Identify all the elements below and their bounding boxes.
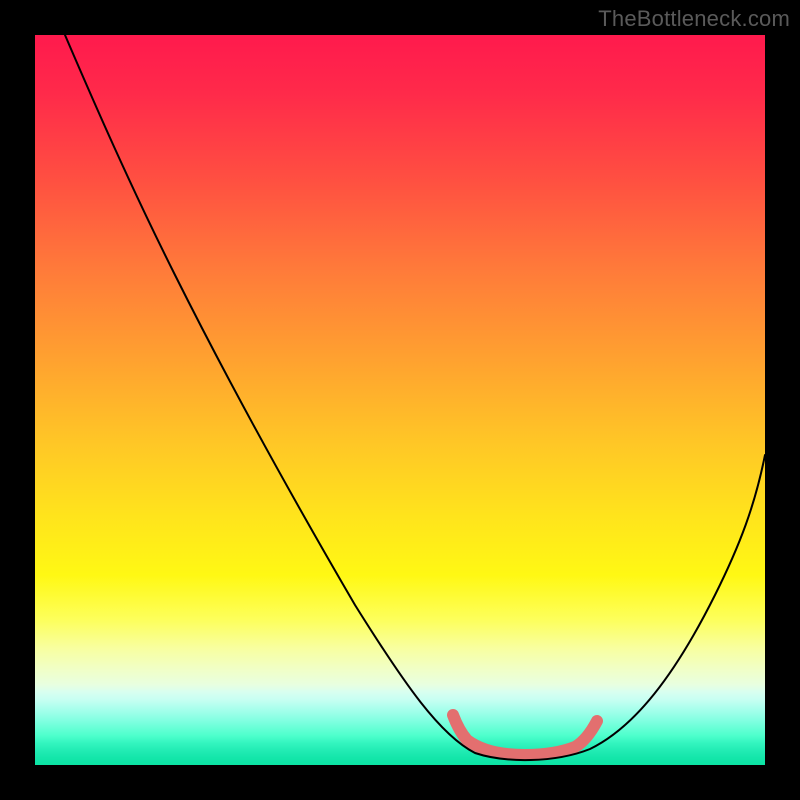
watermark-text: TheBottleneck.com (598, 6, 790, 32)
plot-area (35, 35, 765, 765)
highlight-segment (453, 715, 597, 755)
chart-stage: TheBottleneck.com (0, 0, 800, 800)
curve-svg (35, 35, 765, 765)
bottleneck-curve (65, 35, 765, 760)
